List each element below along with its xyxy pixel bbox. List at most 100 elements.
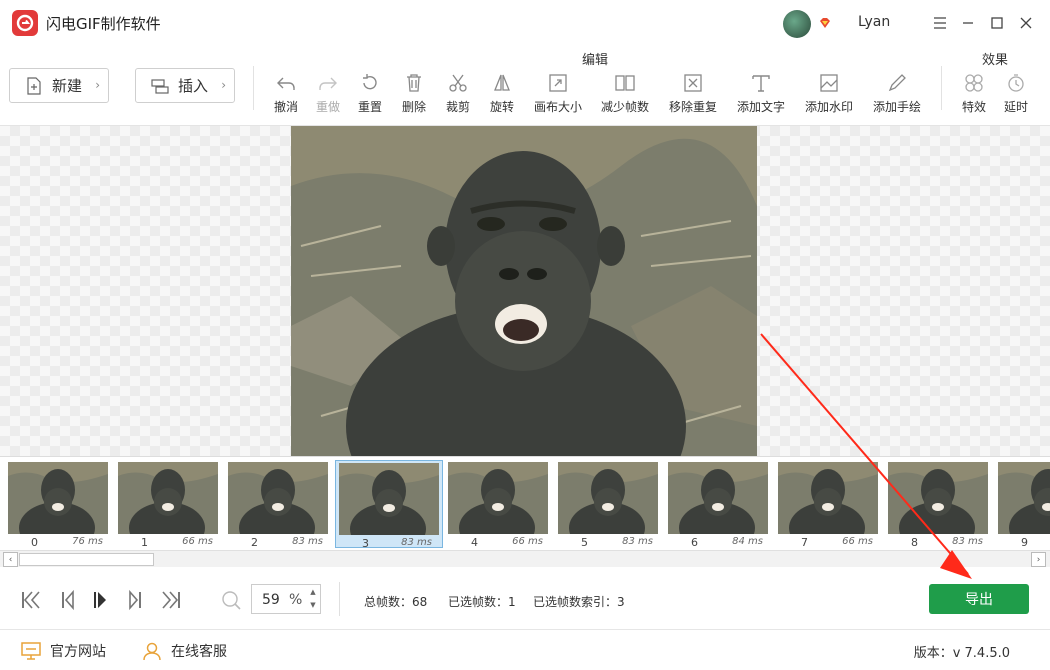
frame-index: 6 [691, 536, 698, 549]
close-icon[interactable] [1015, 12, 1037, 34]
insert-button-label: 插入 [178, 77, 209, 95]
remove-duplicates-icon [684, 74, 702, 92]
scroll-right-icon[interactable]: › [1031, 552, 1046, 567]
toolbar-divider [253, 66, 254, 110]
frame-duration: 83 ms [952, 536, 983, 547]
frame-index: 8 [911, 536, 918, 549]
frame-thumbnail-item[interactable]: 7 66 ms [775, 460, 883, 549]
play-icon[interactable] [90, 589, 112, 611]
footer: 官方网站 在线客服 版本：v 7.4.5.0 [0, 630, 1050, 670]
scrollbar-thumb[interactable] [19, 553, 154, 566]
frame-duration: 84 ms [732, 536, 763, 547]
redo-icon [319, 77, 337, 90]
frame-thumbnail-item[interactable]: 2 83 ms [225, 460, 333, 549]
export-button[interactable]: 导出 [929, 584, 1029, 614]
effects-label: 特效 [961, 100, 986, 114]
remove-duplicates-label: 移除重复 [668, 100, 717, 114]
reset-label: 重置 [357, 100, 382, 114]
add-text-button[interactable]: 添加文字 [731, 72, 791, 115]
frame-filmstrip: 0 76 ms 1 66 ms 2 83 ms 3 83 ms 4 66 ms 5 83 ms 6 84 … [0, 456, 1050, 550]
user-name[interactable]: Lyan [858, 14, 890, 30]
insert-button[interactable]: 插入 › [135, 68, 235, 103]
zoom-up-icon[interactable]: ▲ [308, 588, 318, 596]
canvas-size-label: 画布大小 [533, 100, 582, 114]
frame-thumbnail-item[interactable]: 4 66 ms [445, 460, 553, 549]
zoom-unit: % [289, 592, 303, 608]
first-frame-icon[interactable] [20, 589, 42, 611]
rotate-button[interactable]: 旋转 [472, 72, 532, 115]
frame-duration: 66 ms [182, 536, 213, 547]
reduce-frames-button[interactable]: 减少帧数 [595, 72, 655, 115]
add-drawing-button[interactable]: 添加手绘 [867, 72, 927, 115]
canvas-size-button[interactable]: 画布大小 [528, 72, 588, 115]
frame-thumbnail-image[interactable] [228, 462, 328, 534]
title-bar: 闪电GIF制作软件 Lyan [0, 0, 1050, 46]
frame-thumbnail-item[interactable]: 8 83 ms [885, 460, 993, 549]
minimize-icon[interactable] [957, 12, 979, 34]
chevron-right-icon: › [221, 78, 226, 92]
vip-diamond-icon[interactable] [818, 16, 832, 30]
frame-index: 0 [31, 536, 38, 549]
insert-icon [151, 78, 169, 94]
frame-thumbnail-image[interactable] [118, 462, 218, 534]
frame-thumbnail-image[interactable] [998, 462, 1050, 534]
playbar-divider [339, 582, 340, 616]
delete-icon [407, 74, 421, 92]
chevron-right-icon: › [95, 78, 100, 92]
frame-thumbnail-image[interactable] [668, 462, 768, 534]
frame-thumbnail-image[interactable] [339, 463, 439, 535]
version-info: 版本：v 7.4.5.0 [913, 646, 1010, 661]
next-frame-icon[interactable] [124, 589, 146, 611]
remove-duplicates-button[interactable]: 移除重复 [663, 72, 723, 115]
frame-thumbnail-item[interactable]: 6 84 ms [665, 460, 773, 549]
zoom-value[interactable]: 59 [262, 592, 280, 608]
maximize-icon[interactable] [986, 12, 1008, 34]
frame-index: 5 [581, 536, 588, 549]
frame-duration: 76 ms [72, 536, 103, 547]
frame-duration: 66 ms [842, 536, 873, 547]
previous-frame-icon[interactable] [57, 589, 79, 611]
online-support-link[interactable]: 在线客服 [141, 641, 227, 661]
frame-thumbnail-item[interactable]: 0 76 ms [5, 460, 113, 549]
avatar[interactable] [783, 10, 811, 38]
frame-duration: 66 ms [512, 536, 543, 547]
last-frame-icon[interactable] [160, 589, 182, 611]
frame-thumbnail-image[interactable] [778, 462, 878, 534]
frame-thumbnail-image[interactable] [448, 462, 548, 534]
delete-label: 删除 [401, 100, 426, 114]
zoom-down-icon[interactable]: ▼ [308, 601, 318, 609]
effects-group-label: 效果 [982, 53, 1009, 68]
reset-icon [363, 74, 377, 90]
frame-thumbnail-item[interactable]: 9 [995, 460, 1050, 549]
new-file-icon [27, 76, 41, 95]
toolbar-divider [941, 66, 942, 110]
scroll-left-icon[interactable]: ‹ [3, 552, 18, 567]
frame-thumbnail-item[interactable]: 3 83 ms [335, 460, 443, 550]
gif-preview-image[interactable] [291, 126, 757, 456]
effects-icon [965, 74, 983, 92]
menu-icon[interactable] [929, 12, 951, 34]
frame-thumbnail-image[interactable] [888, 462, 988, 534]
frame-thumbnail-item[interactable]: 5 83 ms [555, 460, 663, 549]
frame-thumbnail-image[interactable] [558, 462, 658, 534]
add-text-label: 添加文字 [736, 100, 785, 114]
frame-index: 2 [251, 536, 258, 549]
official-website-label: 官方网站 [50, 644, 106, 660]
undo-label: 撤消 [273, 100, 298, 114]
delay-label: 延时 [1003, 100, 1028, 114]
canvas-area[interactable] [0, 126, 1050, 456]
online-support-label: 在线客服 [171, 644, 227, 660]
support-agent-icon [143, 642, 161, 661]
frame-thumbnail-item[interactable]: 1 66 ms [115, 460, 223, 549]
new-button[interactable]: 新建 › [9, 68, 109, 103]
official-website-link[interactable]: 官方网站 [20, 641, 106, 661]
add-text-icon [752, 75, 770, 92]
frame-thumbnail-image[interactable] [8, 462, 108, 534]
add-watermark-button[interactable]: 添加水印 [799, 72, 859, 115]
frame-duration: 83 ms [401, 537, 432, 548]
frame-duration: 83 ms [622, 536, 653, 547]
frame-duration: 83 ms [292, 536, 323, 547]
delay-button[interactable]: 延时 [986, 72, 1046, 115]
filmstrip-scrollbar[interactable]: ‹ › [0, 550, 1050, 567]
zoom-stepper[interactable]: 59 % ▲ ▼ [251, 584, 321, 614]
